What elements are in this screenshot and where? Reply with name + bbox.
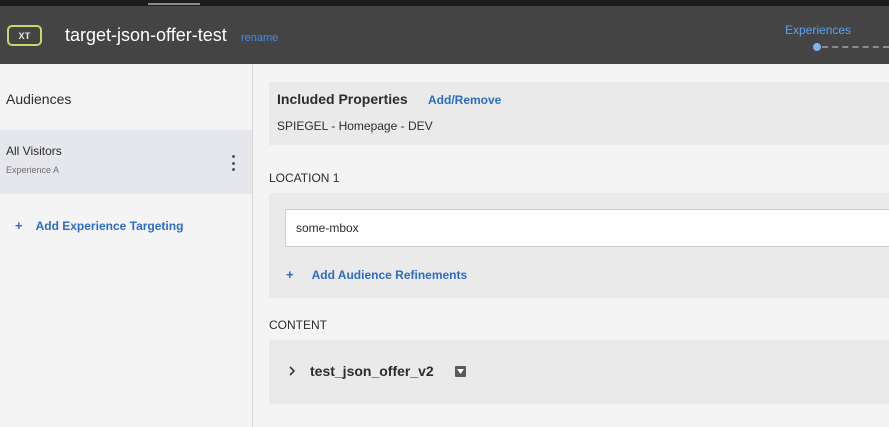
- property-value: SPIEGEL - Homepage - DEV: [277, 119, 433, 133]
- content-label: CONTENT: [269, 318, 327, 332]
- step-progress-dot[interactable]: [813, 43, 821, 51]
- chevron-right-icon[interactable]: [287, 364, 297, 378]
- plus-icon: +: [15, 218, 23, 233]
- audiences-panel: Audiences All Visitors Experience A + Ad…: [0, 64, 253, 427]
- caret-down-icon[interactable]: [455, 366, 466, 377]
- activity-name: target-json-offer-test: [65, 25, 227, 45]
- plus-icon: +: [286, 267, 294, 282]
- kebab-menu-icon[interactable]: [227, 155, 239, 171]
- activity-header: XT target-json-offer-test rename Experie…: [0, 6, 889, 64]
- content-box: test_json_offer_v2: [269, 340, 889, 404]
- audience-card[interactable]: All Visitors Experience A: [0, 130, 252, 194]
- included-properties-title: Included Properties: [277, 91, 408, 107]
- top-strip-active-indicator: [148, 3, 200, 5]
- offer-name[interactable]: test_json_offer_v2: [310, 363, 434, 379]
- add-remove-link[interactable]: Add/Remove: [428, 93, 501, 107]
- included-properties-box: Included Properties Add/Remove SPIEGEL -…: [269, 82, 889, 145]
- experience-label: Experience A: [6, 165, 60, 175]
- audiences-title: Audiences: [6, 91, 72, 107]
- location-label: LOCATION 1: [269, 171, 340, 185]
- add-audience-refinements-label: Add Audience Refinements: [311, 267, 468, 282]
- location-box: + Add Audience Refinements: [269, 193, 889, 298]
- step-experiences[interactable]: Experiences: [785, 23, 851, 37]
- main-content: Included Properties Add/Remove SPIEGEL -…: [253, 64, 889, 427]
- mbox-input[interactable]: [285, 209, 889, 247]
- audience-name: All Visitors: [6, 144, 62, 158]
- add-experience-targeting-button[interactable]: + Add Experience Targeting: [15, 218, 183, 233]
- add-experience-targeting-label: Add Experience Targeting: [35, 218, 184, 233]
- rename-link[interactable]: rename: [241, 32, 278, 44]
- activity-type-badge: XT: [7, 25, 42, 46]
- add-audience-refinements-button[interactable]: + Add Audience Refinements: [286, 267, 467, 282]
- step-progress-line: [822, 46, 889, 48]
